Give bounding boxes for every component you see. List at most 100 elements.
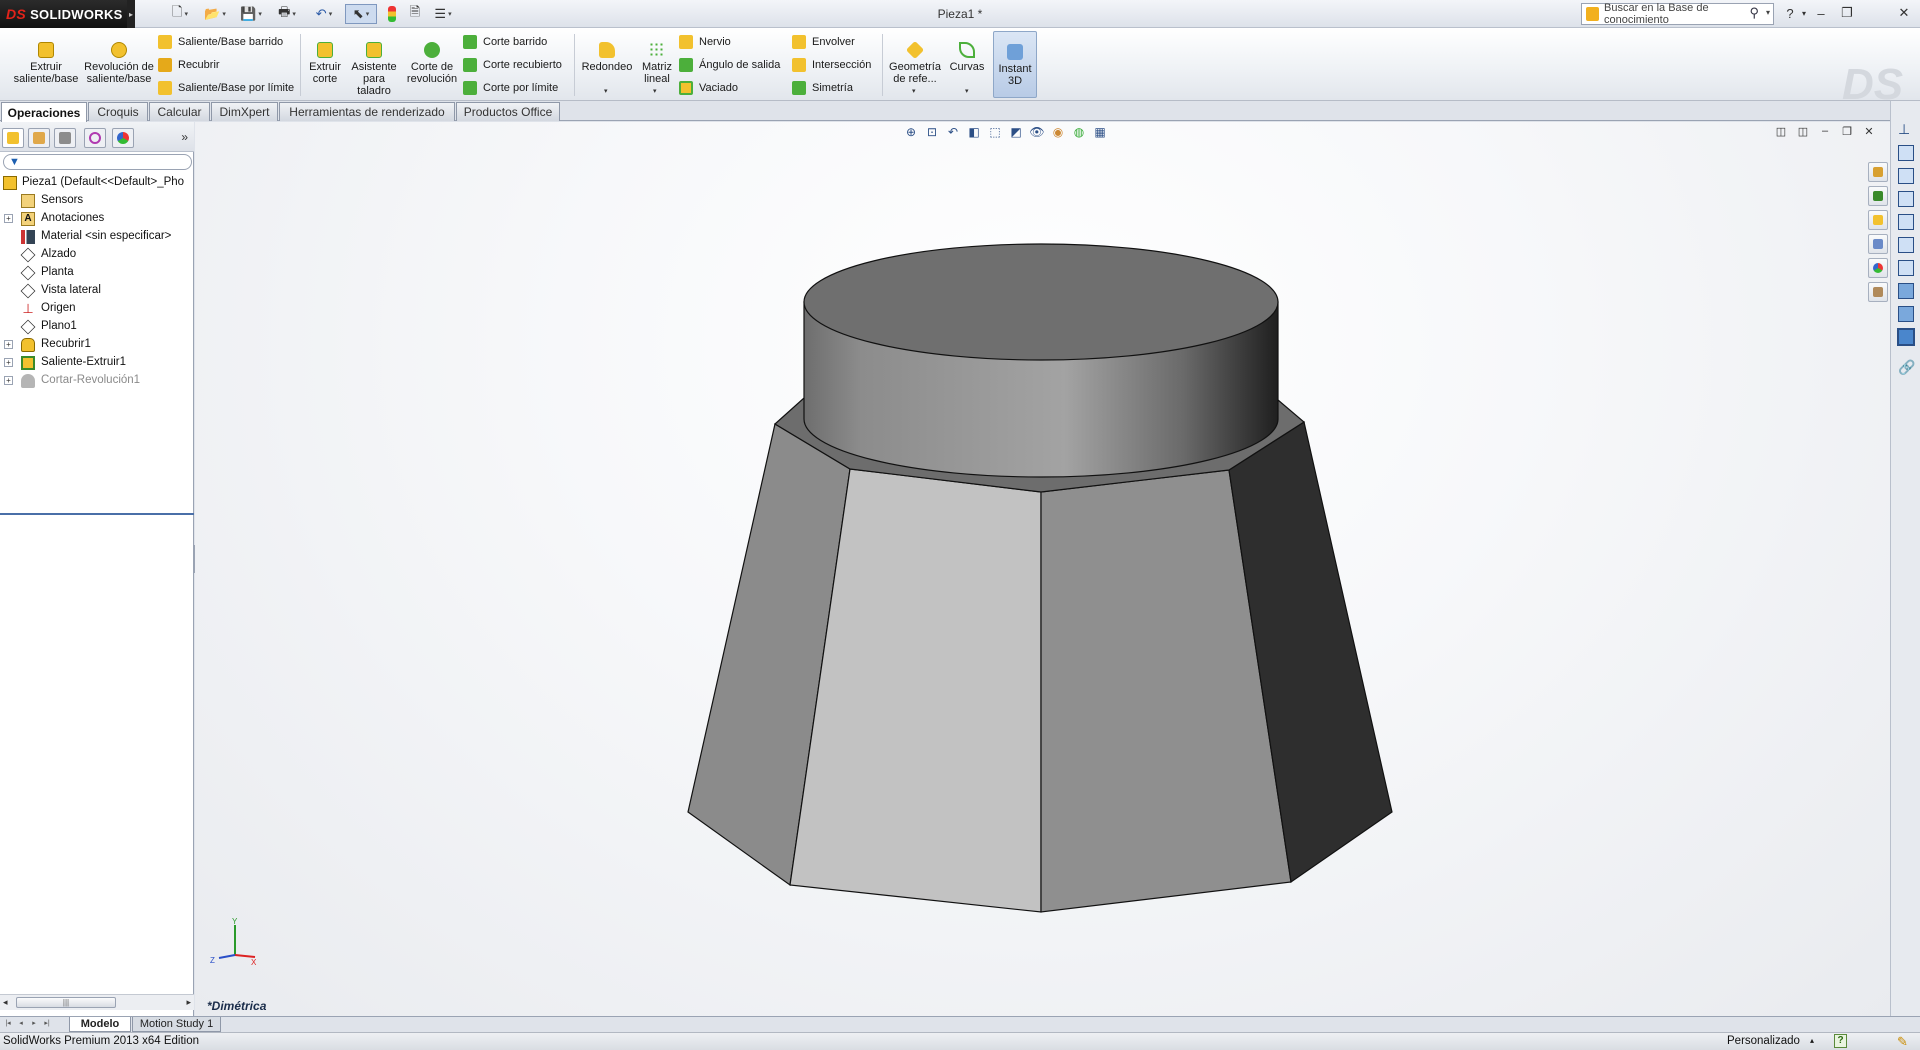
top-view-icon[interactable] bbox=[1898, 237, 1914, 253]
help-dropdown-icon[interactable]: ▾ bbox=[1795, 4, 1813, 22]
units-selector[interactable]: Personalizado bbox=[1727, 1035, 1800, 1047]
tab-calcular[interactable]: Calcular bbox=[149, 102, 210, 121]
print-button[interactable]: 🖶 ▾ bbox=[272, 4, 302, 24]
tree-item-planta[interactable]: Planta bbox=[0, 264, 194, 282]
swept-cut-button[interactable]: Corte barrido bbox=[463, 32, 547, 52]
first-tab-icon[interactable]: |◂ bbox=[3, 1019, 13, 1030]
search-dropdown-icon[interactable]: ▾ bbox=[1766, 8, 1770, 17]
expand-panel-icon[interactable]: » bbox=[181, 130, 188, 144]
search-icon[interactable]: ⚲ bbox=[1749, 5, 1759, 21]
boundary-cut-button[interactable]: Corte por límite bbox=[463, 78, 558, 98]
front-view-icon[interactable] bbox=[1898, 145, 1914, 161]
solidworks-logo[interactable]: DS SOLIDWORKS bbox=[0, 0, 134, 28]
horizontal-scrollbar[interactable]: ◂ ||| ▸ bbox=[0, 994, 194, 1010]
featuremanager-tab[interactable] bbox=[2, 128, 24, 148]
fillet-dropdown-icon[interactable]: ▾ bbox=[604, 87, 608, 95]
new-button[interactable]: 🗋 ▾ bbox=[168, 4, 192, 24]
left-view-icon[interactable] bbox=[1898, 191, 1914, 207]
close-button[interactable]: ✕ bbox=[1895, 4, 1913, 22]
tab-motion-study-1[interactable]: Motion Study 1 bbox=[132, 1017, 221, 1032]
displaymanager-tab[interactable] bbox=[112, 128, 134, 148]
dimetric-view-icon[interactable] bbox=[1897, 328, 1915, 346]
mirror-button[interactable]: Simetría bbox=[792, 78, 853, 98]
feature-tree-filter[interactable]: ▼ bbox=[3, 154, 192, 170]
dimxpertmanager-tab[interactable] bbox=[84, 128, 106, 148]
wrap-button[interactable]: Envolver bbox=[792, 32, 855, 52]
tree-item-cortar-revolucion1[interactable]: + Cortar-Revolución1 bbox=[0, 372, 194, 390]
back-view-icon[interactable] bbox=[1898, 168, 1914, 184]
loft-button[interactable]: Recubrir bbox=[158, 55, 220, 75]
scroll-right-icon[interactable]: ▸ bbox=[186, 997, 191, 1008]
right-view-icon[interactable] bbox=[1898, 214, 1914, 230]
configurationmanager-tab[interactable] bbox=[54, 128, 76, 148]
bottom-view-icon[interactable] bbox=[1898, 260, 1914, 276]
instant3d-button[interactable]: Instant 3D bbox=[993, 31, 1037, 98]
extrude-boss-button[interactable]: Extruir saliente/base bbox=[8, 30, 84, 85]
custom-properties-tab[interactable] bbox=[1868, 282, 1888, 302]
fillet-button[interactable]: Redondeo bbox=[578, 30, 636, 73]
previous-tab-icon[interactable]: ◂ bbox=[16, 1019, 26, 1030]
rebuild-button[interactable] bbox=[383, 4, 401, 24]
reference-geometry-button[interactable]: Geometría de refe... bbox=[884, 30, 946, 85]
tree-item-sensors[interactable]: Sensors bbox=[0, 192, 194, 210]
scroll-thumb[interactable]: ||| bbox=[16, 997, 116, 1008]
expand-icon[interactable]: + bbox=[4, 376, 13, 385]
tab-croquis[interactable]: Croquis bbox=[88, 102, 148, 121]
rollback-bar[interactable] bbox=[0, 513, 194, 515]
rebuild-status-icon[interactable]: ✎ bbox=[1897, 1034, 1908, 1050]
extrude-cut-button[interactable]: Extruir corte bbox=[302, 30, 348, 85]
expand-icon[interactable]: + bbox=[4, 358, 13, 367]
lofted-cut-button[interactable]: Corte recubierto bbox=[463, 55, 562, 75]
last-tab-icon[interactable]: ▸| bbox=[42, 1019, 52, 1030]
restore-button[interactable]: ❐ bbox=[1838, 4, 1856, 22]
menu-expand-arrow-icon[interactable]: ▸ bbox=[127, 0, 135, 28]
tree-item-plano1[interactable]: Plano1 bbox=[0, 318, 194, 336]
tab-dimxpert[interactable]: DimXpert bbox=[211, 102, 278, 121]
rib-button[interactable]: Nervio bbox=[679, 32, 731, 52]
curves-button[interactable]: Curvas bbox=[946, 30, 988, 73]
linear-pattern-dropdown-icon[interactable]: ▾ bbox=[653, 87, 657, 95]
options-button[interactable]: ☰ ▾ bbox=[428, 4, 458, 24]
tree-item-saliente-extruir1[interactable]: + Saliente-Extruir1 bbox=[0, 354, 194, 372]
tree-item-vista-lateral[interactable]: Vista lateral bbox=[0, 282, 194, 300]
minimize-button[interactable]: – bbox=[1812, 4, 1830, 22]
tree-item-alzado[interactable]: Alzado bbox=[0, 246, 194, 264]
draft-button[interactable]: Ángulo de salida bbox=[679, 55, 780, 75]
tree-item-recubrir1[interactable]: + Recubrir1 bbox=[0, 336, 194, 354]
tree-root-part[interactable]: Pieza1 (Default<<Default>_Pho bbox=[0, 174, 194, 192]
revolve-boss-button[interactable]: Revolución de saliente/base bbox=[84, 30, 154, 85]
appearances-tab[interactable] bbox=[1868, 258, 1888, 278]
tree-item-origen[interactable]: ⊥ Origen bbox=[0, 300, 194, 318]
scroll-left-icon[interactable]: ◂ bbox=[3, 997, 8, 1008]
curves-dropdown-icon[interactable]: ▾ bbox=[965, 87, 969, 95]
link-views-icon[interactable]: 🔗 bbox=[1898, 359, 1915, 375]
undo-button[interactable]: ↶ ▾ bbox=[308, 4, 340, 24]
open-button[interactable]: 📂 ▾ bbox=[200, 4, 230, 24]
hole-wizard-button[interactable]: Asistente para taladro bbox=[346, 30, 402, 97]
expand-icon[interactable]: + bbox=[4, 214, 13, 223]
file-properties-button[interactable]: 🗎 bbox=[405, 4, 425, 24]
knowledge-base-search[interactable]: Buscar en la Base de conocimiento ⚲ ▾ bbox=[1581, 2, 1774, 26]
tab-modelo[interactable]: Modelo bbox=[69, 1017, 131, 1032]
next-tab-icon[interactable]: ▸ bbox=[29, 1019, 39, 1030]
tab-operaciones[interactable]: Operaciones bbox=[1, 102, 87, 122]
propertymanager-tab[interactable] bbox=[28, 128, 50, 148]
tab-productos-office[interactable]: Productos Office bbox=[456, 102, 560, 121]
expand-icon[interactable]: + bbox=[4, 340, 13, 349]
trimetric-view-icon[interactable] bbox=[1898, 306, 1914, 322]
save-button[interactable]: 💾 ▾ bbox=[236, 4, 266, 24]
tab-herramientas-renderizado[interactable]: Herramientas de renderizado bbox=[279, 102, 455, 121]
linear-pattern-button[interactable]: Matriz lineal bbox=[636, 30, 678, 85]
shell-button[interactable]: Vaciado bbox=[679, 78, 738, 98]
solidworks-resources-tab[interactable] bbox=[1868, 162, 1888, 182]
part-model[interactable] bbox=[195, 122, 1890, 1016]
graphics-area[interactable]: ⊕ ⊡ ↶ ◧ ⬚ ◩ 👁 ◉ ◍ ▦ ◫ ◫ – ❐ ✕ Y X Z *Dim… bbox=[195, 122, 1890, 1016]
boundary-boss-button[interactable]: Saliente/Base por límite bbox=[158, 78, 294, 98]
tree-item-anotaciones[interactable]: + A Anotaciones bbox=[0, 210, 194, 228]
select-button[interactable]: ⬉ ▾ bbox=[345, 4, 377, 24]
tree-item-material[interactable]: Material <sin especificar> bbox=[0, 228, 194, 246]
normal-to-icon[interactable]: ⊥ bbox=[1898, 121, 1914, 137]
units-dropdown-icon[interactable]: ▴ bbox=[1810, 1036, 1814, 1045]
view-palette-tab[interactable] bbox=[1868, 234, 1888, 254]
swept-boss-button[interactable]: Saliente/Base barrido bbox=[158, 32, 283, 52]
